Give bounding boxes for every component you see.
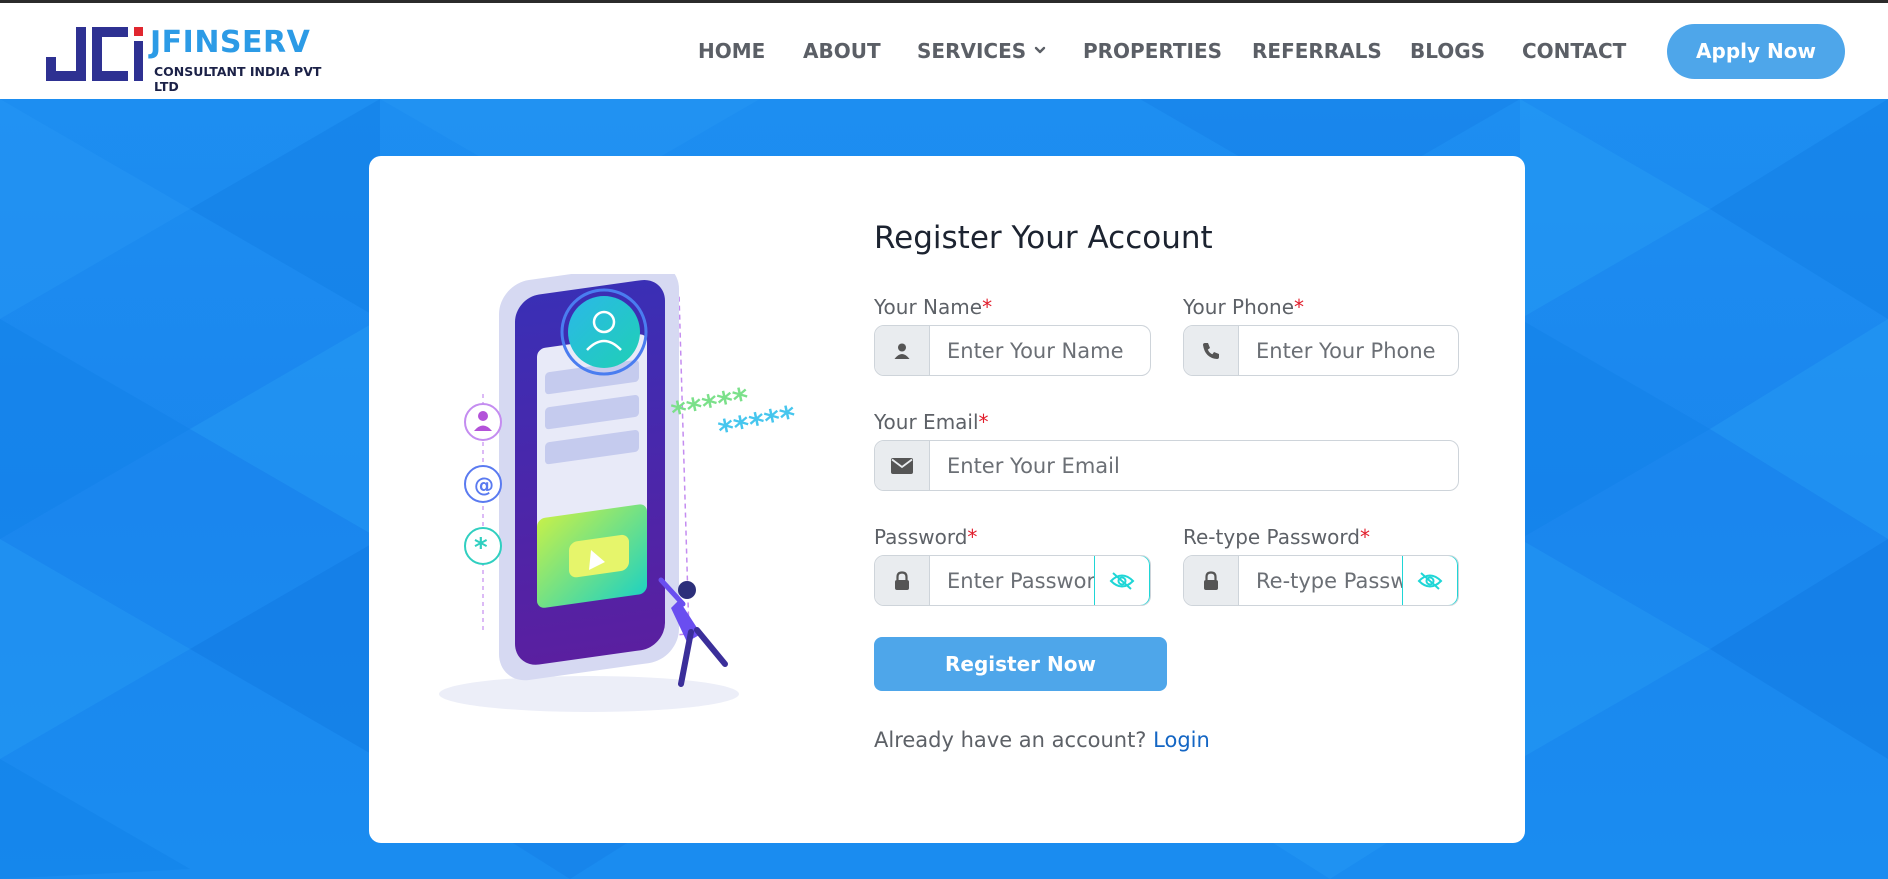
nav-referrals[interactable]: REFERRALS (1252, 39, 1382, 63)
email-label: Your Email* (874, 410, 989, 434)
lock-icon (1184, 556, 1239, 605)
name-label: Your Name* (874, 295, 992, 319)
nav-blogs[interactable]: BLOGS (1410, 39, 1485, 63)
required-marker: * (1359, 525, 1370, 549)
svg-text:*: * (474, 533, 488, 563)
nav-services[interactable]: SERVICES (917, 39, 1046, 63)
lock-icon (875, 556, 930, 605)
login-prompt-text: Already have an account? (874, 728, 1147, 752)
nav-about[interactable]: ABOUT (803, 39, 881, 63)
password-input[interactable] (931, 556, 1094, 605)
retype-password-input[interactable] (1240, 556, 1402, 605)
name-input[interactable] (931, 326, 1150, 375)
nav-contact[interactable]: CONTACT (1522, 39, 1626, 63)
password-label-text: Password (874, 525, 968, 549)
email-input[interactable] (931, 441, 1458, 490)
eye-slash-icon (1109, 571, 1135, 590)
name-field (874, 325, 1151, 376)
toggle-password-visibility[interactable] (1094, 556, 1150, 605)
form-title: Register Your Account (874, 220, 1213, 256)
retype-password-field (1183, 555, 1459, 606)
toggle-retype-password-visibility[interactable] (1402, 556, 1458, 605)
retype-password-label-text: Re-type Password (1183, 525, 1360, 549)
login-link[interactable]: Login (1153, 728, 1210, 752)
register-now-button[interactable]: Register Now (874, 637, 1167, 691)
nav-properties[interactable]: PROPERTIES (1083, 39, 1222, 63)
password-label: Password* (874, 525, 977, 549)
site-header: JFINSERV CONSULTANT INDIA PVT LTD HOME A… (0, 3, 1888, 99)
name-label-text: Your Name (874, 295, 983, 319)
phone-label-text: Your Phone (1183, 295, 1295, 319)
register-card: ***** ***** @ * Register Your Account Yo… (369, 156, 1525, 843)
login-prompt: Already have an account? Login (874, 728, 1210, 752)
phone-label: Your Phone* (1183, 295, 1304, 319)
phone-input[interactable] (1240, 326, 1458, 375)
email-field (874, 440, 1459, 491)
main-nav: HOME ABOUT SERVICES PROPERTIES REFERRALS… (0, 3, 1888, 99)
phone-field (1183, 325, 1459, 376)
nav-services-label: SERVICES (917, 39, 1027, 63)
required-marker: * (1294, 295, 1305, 319)
svg-text:@: @ (474, 473, 494, 497)
user-icon (875, 326, 930, 375)
eye-slash-icon (1417, 571, 1443, 590)
phone-icon (1184, 326, 1239, 375)
nav-home[interactable]: HOME (698, 39, 765, 63)
chevron-down-icon (1034, 46, 1046, 54)
apply-now-button[interactable]: Apply Now (1667, 24, 1845, 79)
password-field (874, 555, 1151, 606)
required-marker: * (967, 525, 978, 549)
required-marker: * (978, 410, 989, 434)
retype-password-label: Re-type Password* (1183, 525, 1370, 549)
envelope-icon (875, 441, 930, 490)
register-illustration: ***** ***** @ * (439, 274, 800, 712)
email-label-text: Your Email (874, 410, 979, 434)
required-marker: * (982, 295, 993, 319)
